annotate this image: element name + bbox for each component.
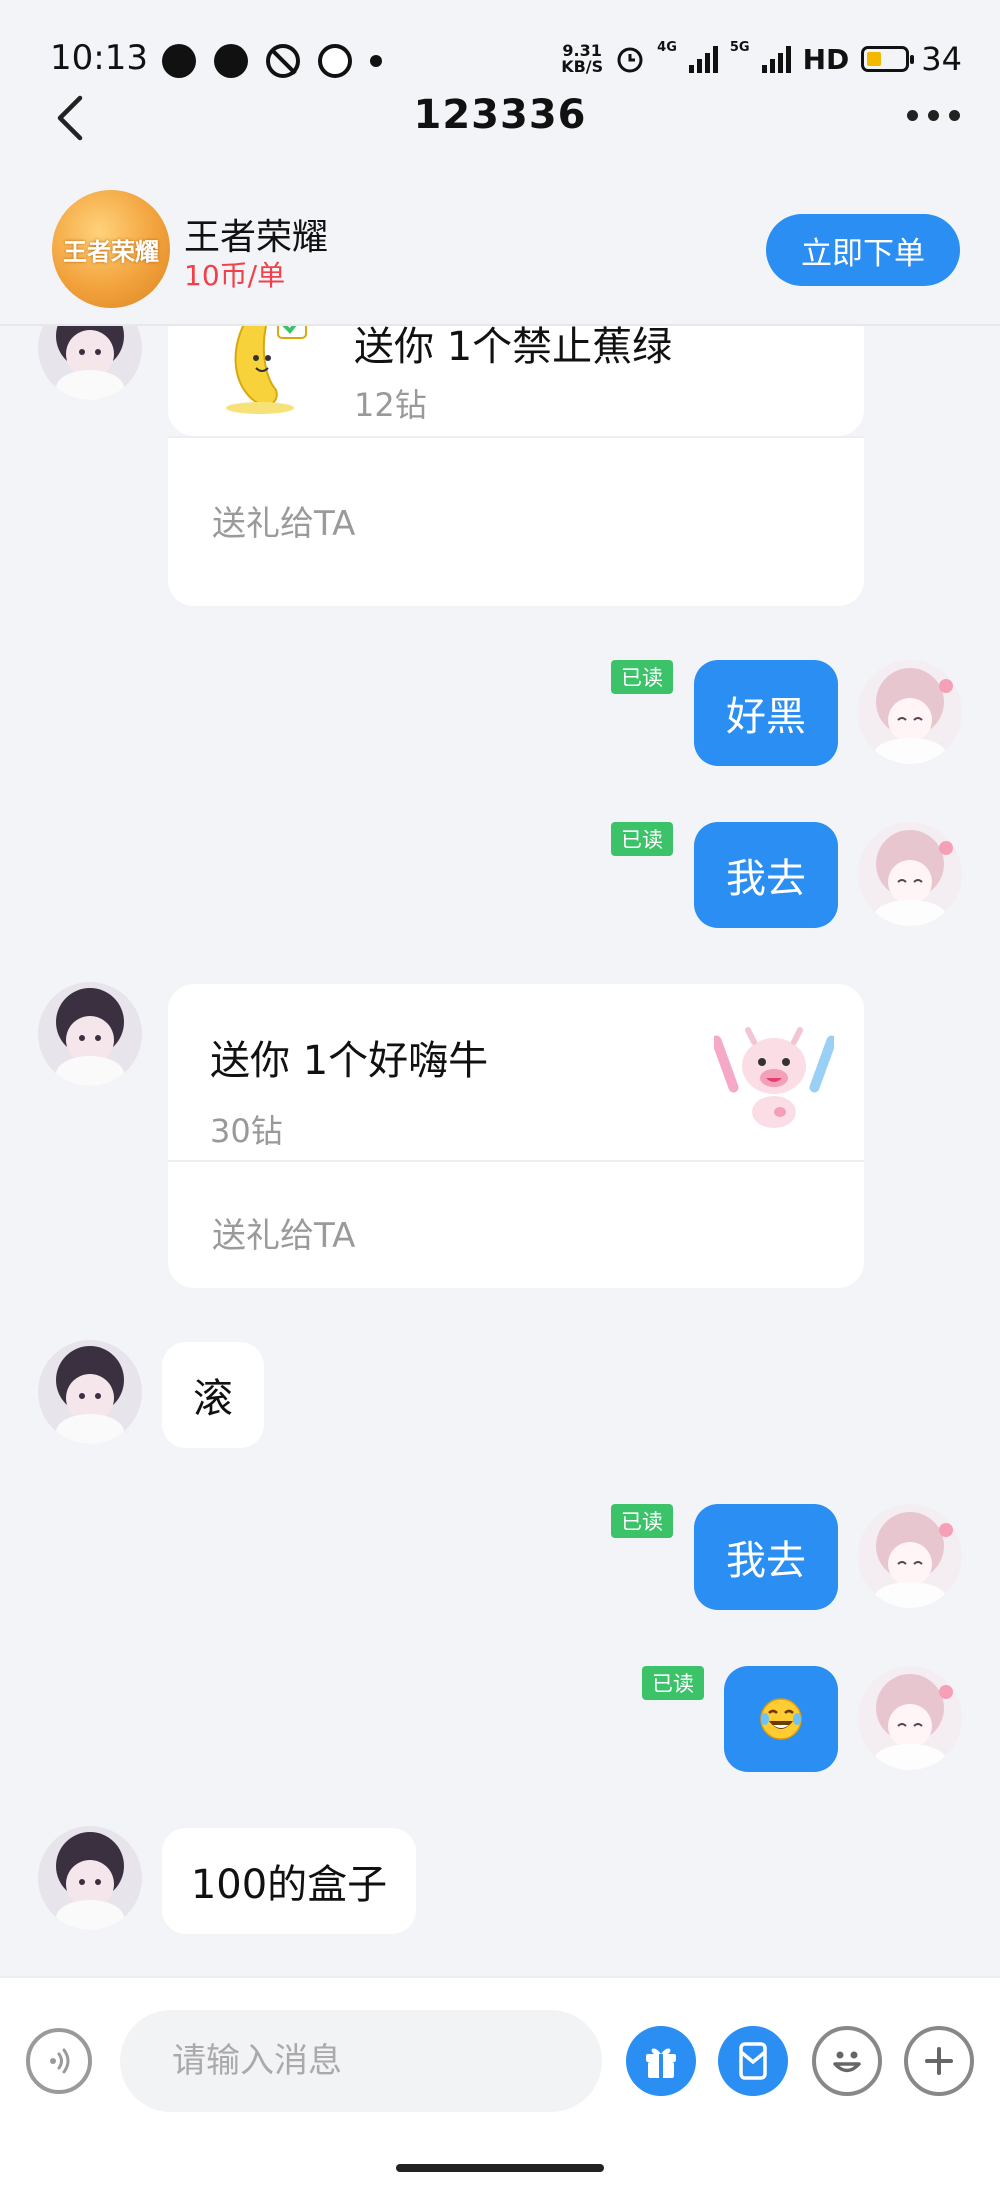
gift-card[interactable]: 送你 1个禁止蕉绿 12钻 bbox=[168, 326, 864, 436]
partner-avatar[interactable] bbox=[38, 1826, 142, 1930]
do-not-disturb-icon bbox=[266, 44, 300, 78]
banana-gift-icon bbox=[226, 326, 307, 414]
network-5g-label: 5G bbox=[729, 40, 750, 55]
network-4g-label: 4G bbox=[657, 40, 677, 55]
signal-4g-icon bbox=[688, 45, 718, 73]
notification-icons bbox=[162, 44, 382, 78]
gift-send-link[interactable]: 送礼给TA bbox=[212, 496, 355, 545]
battery-level: 34 bbox=[921, 40, 962, 78]
network-speed: 9.31 KB/S bbox=[561, 43, 603, 75]
hd-label: HD bbox=[802, 42, 850, 76]
game-logo-text: 王者荣耀 bbox=[63, 237, 159, 266]
notification-app-icon bbox=[162, 44, 196, 78]
gift-send-link[interactable]: 送礼给TA bbox=[212, 1208, 355, 1257]
message-input-bar bbox=[0, 1976, 1000, 2199]
incoming-message[interactable]: 滚 bbox=[162, 1342, 264, 1448]
self-avatar[interactable] bbox=[858, 822, 962, 926]
gift-title: 送你 1个禁止蕉绿 bbox=[354, 326, 673, 370]
read-status-badge: 已读 bbox=[611, 822, 673, 856]
battery-icon bbox=[861, 46, 915, 72]
chat-message-list[interactable]: 送你 1个禁止蕉绿 12钻 送礼给TA 已读 好黑 已读 我去 送你 1个好嗨牛… bbox=[0, 326, 1000, 1976]
outgoing-message[interactable]: 我去 bbox=[694, 822, 838, 928]
signal-5g-icon bbox=[761, 45, 791, 73]
game-price: 10币/单 bbox=[184, 259, 286, 292]
more-options-icon[interactable] bbox=[907, 110, 960, 121]
partner-avatar[interactable] bbox=[38, 326, 142, 400]
self-avatar[interactable] bbox=[858, 1504, 962, 1608]
status-right: 9.31 KB/S 4G 5G HD 34 bbox=[561, 40, 962, 78]
red-packet-icon bbox=[739, 2042, 767, 2080]
voice-icon bbox=[50, 2048, 70, 2074]
outgoing-message[interactable]: 我去 bbox=[694, 1504, 838, 1610]
cow-gift-icon bbox=[714, 1027, 834, 1128]
gift-icon bbox=[646, 2048, 676, 2078]
status-time: 10:13 bbox=[50, 38, 148, 78]
game-logo[interactable]: 王者荣耀 bbox=[52, 190, 170, 308]
page-title: 123336 bbox=[413, 92, 587, 138]
wechat-icon bbox=[214, 44, 248, 78]
gift-card-footer[interactable]: 送礼给TA bbox=[168, 436, 864, 606]
plus-icon bbox=[925, 2047, 953, 2075]
gift-price: 30钻 bbox=[210, 1112, 283, 1150]
game-name: 王者荣耀 bbox=[184, 217, 329, 258]
gift-price: 12钻 bbox=[354, 386, 427, 424]
order-now-button[interactable]: 立即下单 bbox=[766, 214, 960, 286]
partner-avatar[interactable] bbox=[38, 982, 142, 1086]
laughing-tears-emoji-icon bbox=[760, 1698, 802, 1740]
self-avatar[interactable] bbox=[858, 660, 962, 764]
self-avatar[interactable] bbox=[858, 1666, 962, 1770]
gift-title: 送你 1个好嗨牛 bbox=[210, 1038, 489, 1084]
gift-button[interactable] bbox=[626, 2026, 696, 2096]
more-notifications-dot-icon bbox=[370, 55, 382, 67]
message-input[interactable] bbox=[120, 2010, 602, 2112]
smiley-icon bbox=[833, 2051, 861, 2073]
emoji-button[interactable] bbox=[812, 2026, 882, 2096]
alarm-icon bbox=[617, 47, 643, 73]
gift-card[interactable]: 送你 1个好嗨牛 30钻 送礼给TA bbox=[168, 984, 864, 1288]
order-header: 王者荣耀 王者荣耀 10币/单 立即下单 bbox=[0, 170, 1000, 326]
read-status-badge: 已读 bbox=[642, 1666, 704, 1700]
network-speed-unit: KB/S bbox=[561, 57, 604, 76]
read-status-badge: 已读 bbox=[611, 1504, 673, 1538]
outgoing-message[interactable]: 好黑 bbox=[694, 660, 838, 766]
partner-avatar[interactable] bbox=[38, 1340, 142, 1444]
read-status-badge: 已读 bbox=[611, 660, 673, 694]
incoming-message[interactable]: 100的盒子 bbox=[162, 1828, 416, 1934]
voice-input-button[interactable] bbox=[26, 2028, 92, 2094]
home-indicator[interactable] bbox=[396, 2164, 604, 2172]
red-packet-button[interactable] bbox=[718, 2026, 788, 2096]
add-more-button[interactable] bbox=[904, 2026, 974, 2096]
outgoing-emoji-message[interactable] bbox=[724, 1666, 838, 1772]
china-mobile-icon bbox=[318, 44, 352, 78]
